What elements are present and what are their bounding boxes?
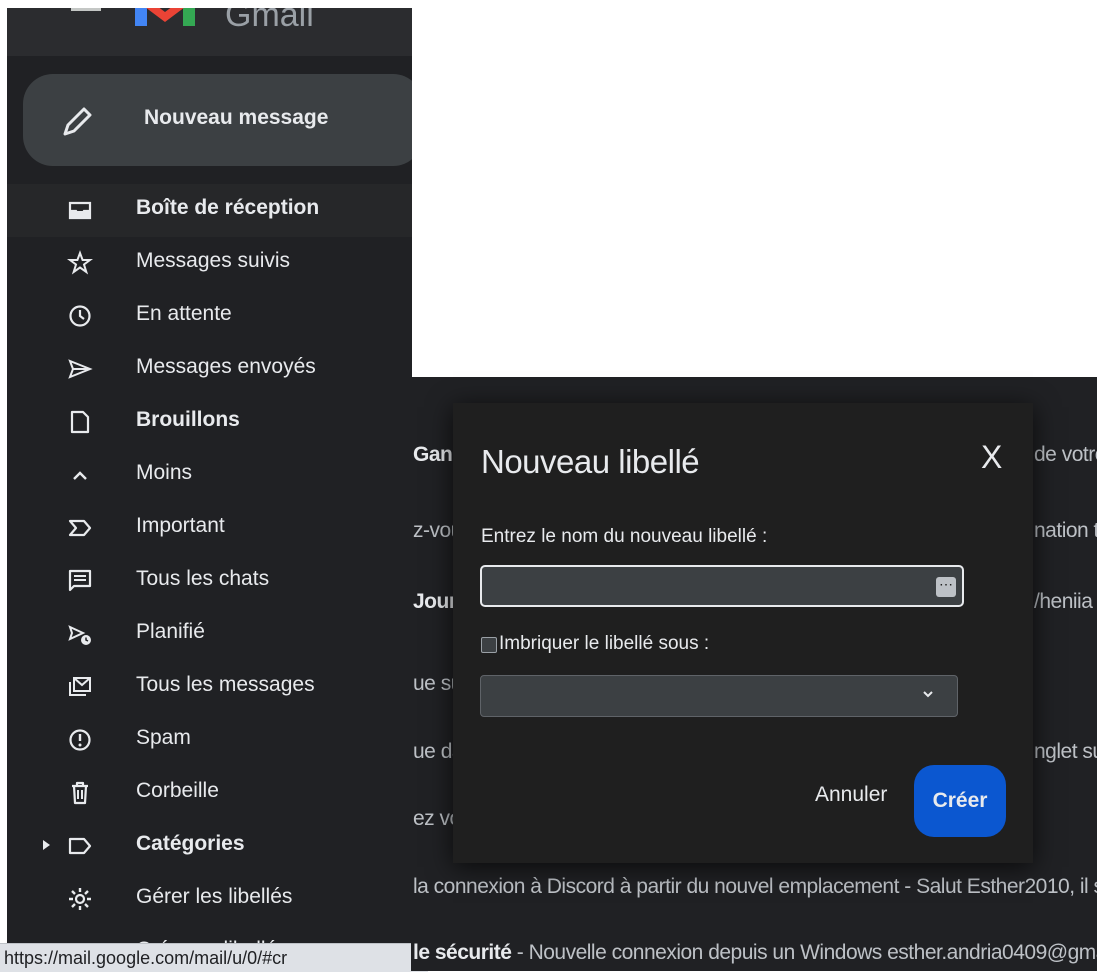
sidebar-item-all-mail[interactable]: Tous les messages	[7, 661, 412, 714]
all-mail-icon	[69, 677, 91, 696]
sidebar-item-label: Messages envoyés	[136, 355, 316, 378]
sidebar-item-trash[interactable]: Corbeille	[7, 767, 412, 820]
new-label-dialog: Nouveau libellé X Entrez le nom du nouve…	[453, 403, 1033, 863]
sidebar-item-label: Tous les messages	[136, 673, 315, 696]
email-snippet: nglet sur	[1034, 740, 1097, 763]
send-icon	[68, 359, 93, 379]
label-name-input[interactable]	[480, 565, 964, 607]
sidebar-item-label: Moins	[136, 461, 193, 484]
expand-arrow-icon[interactable]	[43, 840, 50, 850]
sidebar-item-spam[interactable]: Spam	[7, 714, 412, 767]
nest-label-text: Imbriquer le libellé sous :	[499, 633, 710, 654]
sidebar-item-label: En attente	[136, 302, 232, 325]
sidebar-item-categories[interactable]: Catégories	[7, 820, 412, 873]
gmail-logo-icon	[135, 8, 195, 26]
chevron-down-icon	[923, 691, 933, 698]
email-snippet: nation te	[1034, 519, 1097, 542]
dialog-title: Nouveau libellé	[481, 443, 700, 480]
gear-icon	[69, 888, 91, 910]
compose-button[interactable]: Nouveau message	[23, 74, 412, 166]
sidebar-item-label: Brouillons	[136, 408, 240, 431]
star-icon	[67, 250, 93, 275]
label-icon	[68, 837, 92, 855]
sidebar-item-inbox[interactable]: Boîte de réception	[7, 184, 412, 237]
nav-list: Boîte de réception Messages suivis En at…	[7, 184, 412, 971]
status-url: https://mail.google.com/mail/u/0/#cr	[0, 943, 428, 972]
email-preview: - Nouvelle connexion depuis un Windows e…	[516, 941, 1097, 964]
email-snippet: /heniia Fe	[1034, 590, 1097, 613]
label-name-prompt: Entrez le nom du nouveau libellé :	[481, 526, 768, 547]
sidebar-item-label: Spam	[136, 726, 191, 749]
create-button[interactable]: Créer	[914, 765, 1006, 837]
cancel-button[interactable]: Annuler	[815, 783, 887, 807]
trash-icon	[72, 781, 88, 805]
inbox-icon	[68, 201, 92, 220]
chat-icon	[68, 569, 92, 592]
sidebar-item-sent[interactable]: Messages envoyés	[7, 343, 412, 396]
nest-label-checkbox[interactable]	[481, 637, 497, 653]
email-snippet: Jour	[413, 590, 457, 613]
email-snippet: de votre	[1034, 443, 1097, 466]
sidebar-item-scheduled[interactable]: Planifié	[7, 608, 412, 661]
email-subject: le sécurité	[413, 941, 512, 964]
parent-label-select[interactable]	[480, 675, 958, 717]
draft-icon	[70, 410, 90, 434]
sidebar-item-starred[interactable]: Messages suivis	[7, 237, 412, 290]
chevron-up-icon	[73, 471, 87, 480]
close-button[interactable]: X	[981, 439, 1002, 476]
sidebar-item-label: Catégories	[136, 832, 245, 855]
scheduled-send-icon	[68, 625, 91, 645]
menu-icon[interactable]	[71, 8, 101, 19]
sidebar-item-label: Tous les chats	[136, 567, 270, 590]
top-bar: Gmail	[7, 8, 412, 56]
sidebar-item-important[interactable]: Important	[7, 502, 412, 555]
sidebar-item-label: Boîte de réception	[136, 196, 320, 219]
sidebar: Gmail Nouveau message Boîte de réception…	[7, 8, 412, 971]
sidebar-item-label: Gérer les libellés	[136, 885, 293, 908]
email-snippet: la connexion à Discord à partir du nouve…	[413, 875, 1097, 898]
email-snippet: le sécurité - Nouvelle connexion depuis …	[413, 941, 1097, 965]
sidebar-item-less[interactable]: Moins	[7, 449, 412, 502]
compose-label: Nouveau message	[144, 106, 329, 129]
sidebar-item-label: Corbeille	[136, 779, 219, 802]
sidebar-item-drafts[interactable]: Brouillons	[7, 396, 412, 449]
clock-icon	[69, 305, 91, 327]
sidebar-item-chats[interactable]: Tous les chats	[7, 555, 412, 608]
sidebar-item-label: Messages suivis	[136, 249, 291, 272]
important-icon	[68, 519, 92, 537]
sidebar-item-label: Important	[136, 514, 225, 537]
app-title: Gmail	[225, 8, 314, 34]
pencil-icon	[63, 107, 92, 136]
sidebar-item-label: Planifié	[136, 620, 205, 643]
spam-icon	[69, 729, 91, 751]
sidebar-item-manage-labels[interactable]: Gérer les libellés	[7, 873, 412, 926]
autofill-icon[interactable]: ⋯	[936, 577, 956, 597]
email-snippet: Gani	[413, 443, 458, 466]
sidebar-item-snoozed[interactable]: En attente	[7, 290, 412, 343]
